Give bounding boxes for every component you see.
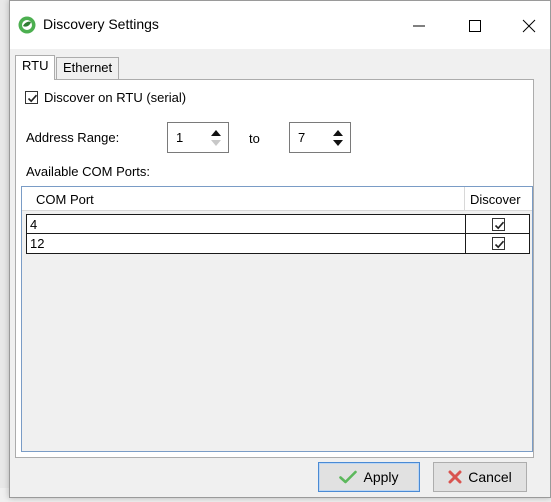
checkmark-icon <box>494 221 505 230</box>
close-icon <box>522 19 536 33</box>
com-port-cell: 4 <box>30 217 38 232</box>
cancel-button[interactable]: Cancel <box>433 462 527 492</box>
apply-button[interactable]: Apply <box>318 462 420 492</box>
apply-button-label: Apply <box>363 469 399 485</box>
discover-rtu-option[interactable]: Discover on RTU (serial) <box>25 90 186 105</box>
com-port-cell: 12 <box>30 236 45 251</box>
spinner-arrows-icon[interactable] <box>210 128 222 148</box>
title-bar[interactable]: Discovery Settings <box>10 1 550 49</box>
window-title: Discovery Settings <box>43 16 159 32</box>
range-from-stepper[interactable]: 1 <box>167 122 229 153</box>
discover-port-checkbox[interactable] <box>492 218 505 231</box>
cancel-button-label: Cancel <box>468 469 512 485</box>
minimize-icon <box>413 25 425 27</box>
discover-rtu-checkbox[interactable] <box>25 91 38 104</box>
available-com-ports-label: Available COM Ports: <box>26 164 151 179</box>
close-button[interactable] <box>506 9 551 43</box>
tab-rtu[interactable]: RTU <box>15 55 56 80</box>
range-to-stepper[interactable]: 7 <box>289 122 351 153</box>
maximize-button[interactable] <box>452 9 498 43</box>
app-logo-icon <box>18 16 36 34</box>
discover-rtu-label: Discover on RTU (serial) <box>44 90 187 105</box>
table-row[interactable]: 12 <box>26 234 530 254</box>
checkmark-icon <box>27 94 38 103</box>
table-row[interactable]: 4 <box>26 214 530 234</box>
range-to-value: 7 <box>298 130 306 145</box>
cell-divider <box>465 234 466 253</box>
column-header-com-port[interactable]: COM Port <box>36 192 94 207</box>
red-x-icon <box>448 470 462 484</box>
tab-ethernet[interactable]: Ethernet <box>56 57 120 79</box>
spinner-arrows-icon[interactable] <box>332 128 344 148</box>
address-range-label: Address Range: <box>26 130 120 145</box>
minimize-button[interactable] <box>396 9 442 43</box>
checkmark-icon <box>339 470 358 484</box>
column-header-discover[interactable]: Discover <box>470 192 521 207</box>
discover-port-checkbox[interactable] <box>492 237 505 250</box>
cell-divider <box>465 215 466 233</box>
table-header: COM Port Discover <box>22 187 532 211</box>
range-from-value: 1 <box>176 130 184 145</box>
checkmark-icon <box>494 240 505 249</box>
maximize-icon <box>469 20 481 32</box>
to-label: to <box>249 131 260 146</box>
column-divider <box>464 187 465 211</box>
com-ports-table[interactable]: COM Port Discover 4 12 <box>21 186 533 452</box>
